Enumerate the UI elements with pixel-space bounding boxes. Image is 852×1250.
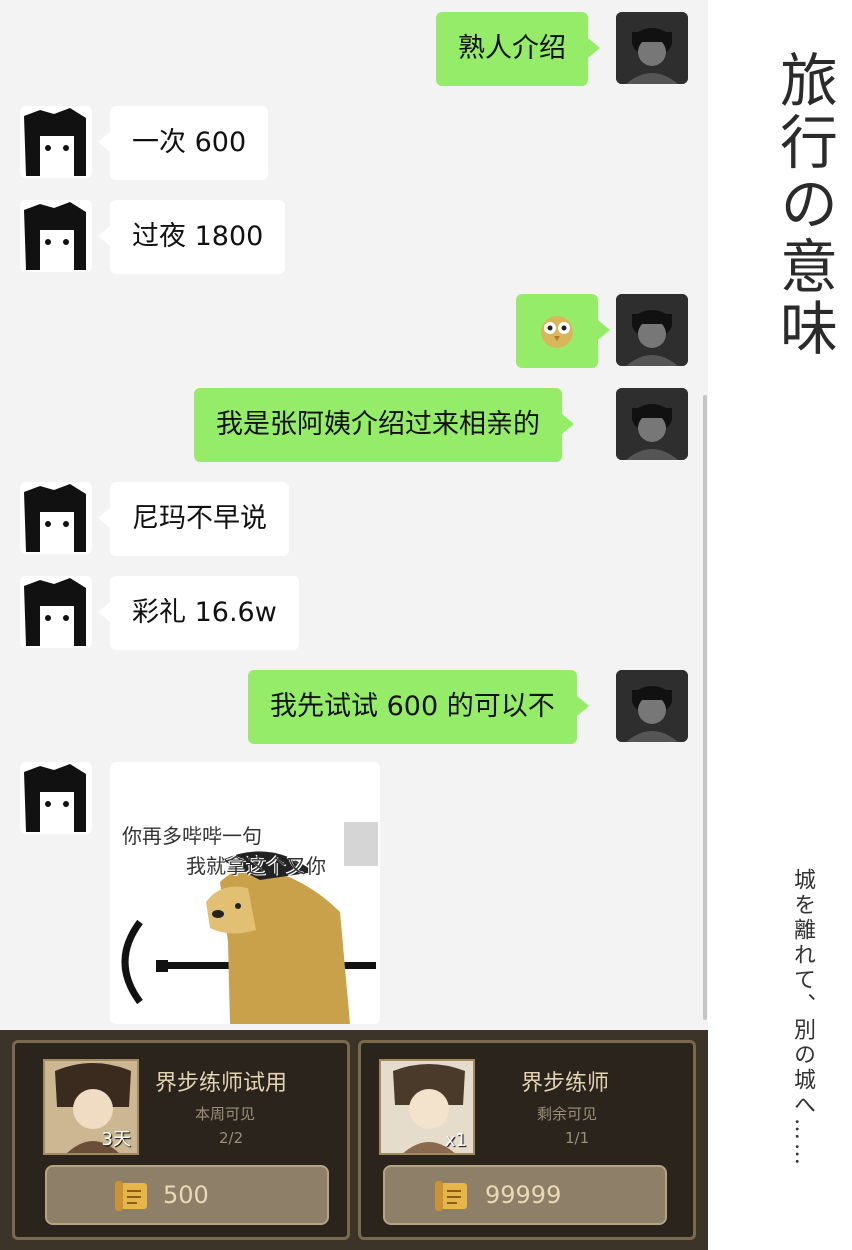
message-bubble-other[interactable]: 一次 600 <box>97 106 269 180</box>
shop-bar: 3天 界步练师试用 本周可见 2/2 500 x1 界步练师 剩余可见 1/1 … <box>0 1030 708 1250</box>
item-limit-label: 本周可见 <box>195 1105 256 1123</box>
doge-sticker[interactable]: 你再多哔哔一句 我就拿这个叉你 <box>110 762 380 1024</box>
contact-avatar[interactable] <box>20 762 92 834</box>
contact-avatar[interactable] <box>20 200 92 272</box>
message-text: 我是张阿姨介绍过来相亲的 <box>216 409 540 440</box>
message-bubble-other[interactable]: 过夜 1800 <box>97 200 286 274</box>
self-avatar[interactable] <box>616 12 688 84</box>
contact-avatar[interactable] <box>20 482 92 554</box>
contact-avatar[interactable] <box>20 576 92 648</box>
scroll-currency-icon <box>435 1181 467 1211</box>
item-title: 界步练师 <box>521 1071 610 1096</box>
duration-badge: 3天 <box>101 1129 131 1150</box>
self-avatar[interactable] <box>616 294 688 366</box>
message-bubble-self[interactable]: 我先试试 600 的可以不 <box>248 670 589 744</box>
message-text: 一次 600 <box>132 127 247 158</box>
self-avatar[interactable] <box>616 388 688 460</box>
message-text: 彩礼 16.6w <box>132 597 277 628</box>
item-limit-count: 1/1 <box>565 1129 590 1147</box>
quantity-badge: x1 <box>444 1130 467 1151</box>
doge-pitchfork-image <box>121 822 378 1024</box>
price-label: 99999 <box>485 1181 562 1209</box>
item-limit-label: 剩余可见 <box>537 1105 598 1123</box>
item-title: 界步练师试用 <box>155 1071 288 1096</box>
message-bubble-other[interactable]: 尼玛不早说 <box>98 482 289 556</box>
shop-item-trial[interactable]: 3天 界步练师试用 本周可见 2/2 500 <box>12 1040 350 1240</box>
message-bubble-self[interactable]: 我是张阿姨介绍过来相亲的 <box>194 388 574 462</box>
buy-button-full[interactable]: 99999 <box>383 1165 667 1225</box>
message-text: 熟人介绍 <box>458 33 566 64</box>
message-bubble-self[interactable]: 熟人介绍 <box>436 12 600 86</box>
sticker-caption-line1: 你再多哔哔一句 <box>122 824 262 848</box>
chat-scrollbar[interactable] <box>703 395 707 1020</box>
message-bubble-other[interactable]: 彩礼 16.6w <box>98 576 299 650</box>
character-portrait: 3天 <box>43 1059 139 1155</box>
message-bubble-self[interactable] <box>516 294 610 368</box>
sticker-caption-line2: 我就拿这个叉你 <box>186 854 326 878</box>
scroll-currency-icon <box>115 1181 147 1211</box>
owl-emoji-icon <box>541 316 573 348</box>
message-text: 尼玛不早说 <box>132 503 267 534</box>
message-text: 过夜 1800 <box>132 221 264 252</box>
buy-button-trial[interactable]: 500 <box>45 1165 329 1225</box>
item-limit-count: 2/2 <box>219 1129 244 1147</box>
shop-item-full[interactable]: x1 界步练师 剩余可见 1/1 99999 <box>358 1040 696 1240</box>
character-portrait: x1 <box>379 1059 475 1155</box>
contact-avatar[interactable] <box>20 106 92 178</box>
price-label: 500 <box>163 1181 209 1209</box>
chat-area: 熟人介绍 一次 600 过夜 1800 我是张阿姨介绍过来相亲的 尼玛不早说 彩… <box>0 0 708 1030</box>
message-text: 我先试试 600 的可以不 <box>270 691 555 722</box>
sidebar-subtitle: 城を離れて、別の城へ…… <box>790 868 815 1168</box>
sidebar-title: 旅行の意味 <box>770 50 838 360</box>
self-avatar[interactable] <box>616 670 688 742</box>
